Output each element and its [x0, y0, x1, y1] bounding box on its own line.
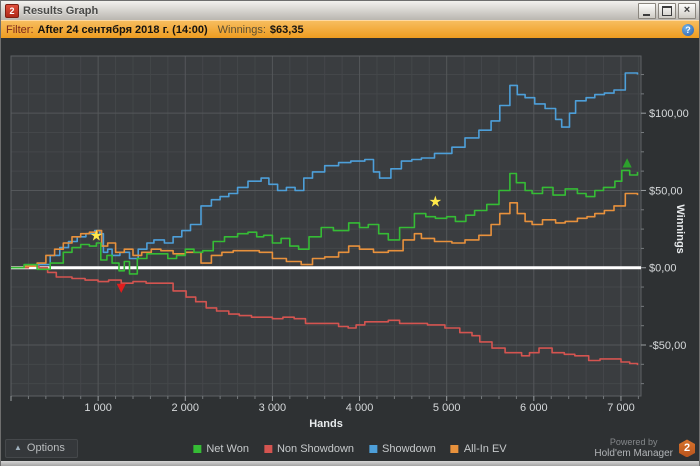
filter-value: After 24 сентября 2018 г. (14:00) — [37, 23, 208, 36]
legend-label: All-In EV — [463, 442, 507, 455]
winnings-label: Winnings: — [217, 23, 266, 36]
results-graph-window: 2 Results Graph × Filter: After 24 сентя… — [0, 0, 700, 466]
legend-label: Non Showdown — [276, 442, 355, 455]
powered-by: Powered by Hold'em Manager 2 — [594, 437, 695, 459]
x-tick-label: 2 000 — [172, 402, 200, 414]
footer-bar: ▲ Options Net Won Non Showdown Showdown All… — [1, 436, 699, 461]
y-tick-label: $100,00 — [649, 108, 689, 120]
maximize-icon — [662, 5, 672, 16]
title-bar: 2 Results Graph × — [1, 1, 699, 20]
legend-swatch — [450, 444, 459, 453]
legend-swatch — [193, 444, 202, 453]
x-tick-label: 7 000 — [607, 402, 635, 414]
maximize-button[interactable] — [658, 2, 676, 19]
legend-item-net-won: Net Won — [193, 443, 249, 455]
y-tick-label: $50,00 — [649, 185, 683, 197]
x-tick-label: 3 000 — [259, 402, 287, 414]
x-tick-label: 6 000 — [520, 402, 548, 414]
winnings-value: $63,35 — [269, 23, 304, 36]
chart-legend: Net Won Non Showdown Showdown All-In EV — [193, 442, 507, 455]
legend-item-all-in-ev: All-In EV — [450, 442, 507, 455]
x-axis-title: Hands — [309, 418, 343, 430]
x-tick-label: 5 000 — [433, 402, 461, 414]
window-title: Results Graph — [23, 4, 99, 17]
app-icon: 2 — [5, 3, 19, 18]
legend-label: Showdown — [382, 442, 436, 455]
triangle-down-marker: ▼ — [117, 280, 127, 294]
results-chart: ★ ▼ ★ ▲ 1 000 2 000 3 000 4 000 5 000 6 000 7 000 $… — [10, 55, 689, 430]
powered-by-line1: Powered by — [609, 437, 658, 448]
x-tick-label: 1 000 — [84, 402, 112, 414]
x-tick-label: 4 000 — [346, 402, 374, 414]
y-axis-title: Winnings — [674, 204, 686, 253]
star-marker: ★ — [429, 192, 442, 210]
powered-by-line2: Hold'em Manager — [594, 447, 673, 459]
close-button[interactable]: × — [678, 2, 696, 19]
legend-label: Net Won — [206, 442, 249, 455]
legend-item-showdown: Showdown — [369, 443, 436, 455]
chart-area: ★ ▼ ★ ▲ 1 000 2 000 3 000 4 000 5 000 6 000 7 000 $… — [1, 38, 699, 436]
options-label: Options — [26, 442, 65, 454]
options-arrow-icon: ▲ — [14, 443, 22, 452]
close-icon: × — [683, 4, 691, 16]
minimize-button[interactable] — [638, 2, 656, 19]
filter-label: Filter: — [6, 23, 34, 36]
triangle-up-marker: ▲ — [622, 155, 632, 169]
window-bottom-edge — [1, 461, 699, 466]
legend-item-non-showdown: Non Showdown — [263, 442, 355, 455]
filter-bar: Filter: After 24 сентября 2018 г. (14:00… — [1, 20, 699, 38]
y-tick-label: $0,00 — [649, 263, 677, 275]
minimize-icon — [643, 13, 650, 16]
legend-swatch — [263, 444, 272, 453]
y-tick-label: -$50,00 — [649, 340, 686, 352]
star-marker: ★ — [90, 226, 103, 244]
help-icon[interactable]: ? — [682, 23, 694, 36]
legend-swatch — [369, 444, 378, 453]
options-button[interactable]: ▲ Options — [5, 439, 78, 458]
holdem-manager-logo: 2 — [679, 439, 695, 458]
